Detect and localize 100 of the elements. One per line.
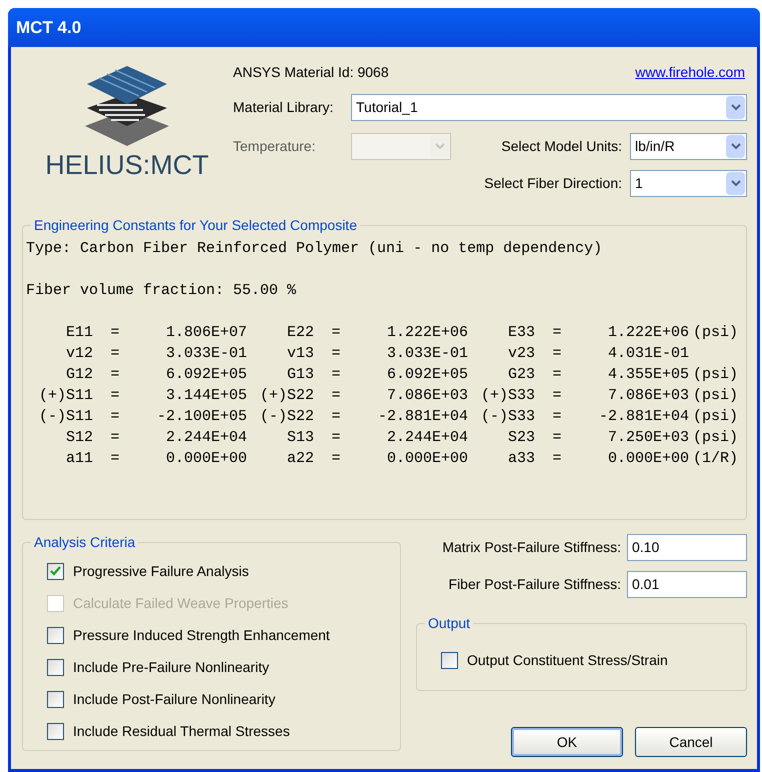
constant-name: (-)S22 (258, 407, 314, 427)
dialog-button[interactable]: Cancel (635, 727, 747, 757)
constant-name: S12 (64, 428, 93, 448)
constant-value: 1.222E+06 (386, 323, 468, 343)
dropdown-value: lb/in/R (634, 136, 676, 156)
stiffness-field[interactable]: 0.10 (627, 534, 747, 561)
constant-value: 0.000E+00 (164, 449, 247, 469)
constant-value: 1.222E+06 (606, 323, 689, 343)
constant-name: S23 (506, 428, 535, 448)
constant-value: -2.881E+04 (376, 407, 468, 427)
dropdown[interactable]: 1 (630, 170, 747, 197)
window-title: MCT 4.0 (16, 16, 82, 39)
checkbox[interactable] (47, 722, 64, 740)
equals-sign: = (551, 365, 562, 385)
constant-value: 1.806E+07 (164, 323, 247, 343)
checkbox-label: Include Post-Failure Nonlinearity (73, 690, 276, 709)
checkbox-label: Output Constituent Stress/Strain (467, 650, 668, 670)
model-units-label: Select Model Units: (501, 136, 622, 156)
dropdown[interactable]: Tutorial_1 (351, 94, 747, 120)
material-library-label: Material Library: (233, 98, 334, 117)
constant-value: -2.100E+05 (156, 407, 247, 427)
constant-value: 6.092E+05 (164, 365, 247, 385)
logo-text: HELIUS:MCT (45, 149, 209, 182)
constant-name: (-)S11 (38, 407, 93, 427)
constant-value: 4.031E-01 (606, 344, 689, 364)
checkbox-label: Include Pre-Failure Nonlinearity (73, 658, 270, 677)
unit-label: (1/R) (693, 449, 738, 469)
equals-sign: = (330, 365, 342, 385)
unit-label: (psi) (693, 386, 738, 406)
stiffness-label: Fiber Post-Failure Stiffness: (448, 575, 621, 594)
constant-name: S13 (286, 428, 314, 448)
unit-label: (psi) (693, 323, 738, 343)
constant-name: G13 (286, 365, 314, 385)
constant-name: a11 (64, 449, 93, 469)
equals-sign: = (551, 386, 562, 406)
checkbox-label: Calculate Failed Weave Properties (73, 594, 288, 613)
constant-value: 4.355E+05 (606, 365, 689, 385)
material-id: ANSYS Material Id: 9068 (233, 62, 389, 82)
constant-value: 3.144E+05 (164, 386, 247, 406)
constant-name: (+)S22 (258, 386, 314, 406)
fiber-fraction: Fiber volume fraction: 55.00 % (26, 281, 298, 301)
equals-sign: = (109, 407, 120, 427)
dropdown[interactable]: lb/in/R (630, 132, 747, 160)
composite-type: Type: Carbon Fiber Reinforced Polymer (uni - no temp dependency) (26, 239, 604, 259)
constant-value: 6.092E+05 (386, 365, 468, 385)
equals-sign: = (330, 386, 342, 406)
constant-name: v13 (286, 344, 314, 364)
equals-sign: = (109, 365, 120, 385)
constant-name: G12 (64, 365, 93, 385)
equals-sign: = (109, 428, 120, 448)
checkbox[interactable] (47, 562, 64, 580)
constant-value: 3.033E-01 (386, 344, 468, 364)
constant-value: 0.000E+00 (606, 449, 689, 469)
checkbox[interactable] (47, 690, 64, 708)
equals-sign: = (330, 449, 342, 469)
unit-label: (psi) (693, 365, 738, 385)
stiffness-field[interactable]: 0.01 (627, 571, 747, 598)
fiber-direction-label: Select Fiber Direction: (484, 174, 622, 193)
constant-name: (-)S33 (480, 407, 535, 427)
equals-sign: = (330, 428, 342, 448)
equals-sign: = (551, 344, 562, 364)
dropdown-value: 1 (634, 174, 644, 193)
constant-value: 2.244E+04 (386, 428, 468, 448)
constant-value: -2.881E+04 (598, 407, 689, 427)
dropdown-value: Tutorial_1 (355, 98, 419, 117)
checkbox-label: Pressure Induced Strength Enhancement (73, 626, 330, 645)
equals-sign: = (109, 386, 120, 406)
website-link[interactable]: www.firehole.com (635, 62, 745, 82)
equals-sign: = (551, 407, 562, 427)
stiffness-label: Matrix Post-Failure Stiffness: (442, 538, 621, 557)
constant-name: v23 (506, 344, 535, 364)
constant-name: G23 (506, 365, 535, 385)
constant-value: 7.086E+03 (386, 386, 468, 406)
checkbox[interactable] (47, 626, 64, 644)
equals-sign: = (330, 323, 342, 343)
checkbox[interactable] (441, 652, 458, 668)
temperature-label: Temperature: (233, 136, 316, 156)
unit-label: (psi) (693, 428, 738, 448)
constant-value: 0.000E+00 (386, 449, 468, 469)
checkbox[interactable] (47, 658, 64, 676)
equals-sign: = (330, 344, 342, 364)
constant-value: 2.244E+04 (164, 428, 247, 448)
checkbox-label: Progressive Failure Analysis (73, 562, 249, 581)
equals-sign: = (551, 428, 562, 448)
constant-name: a22 (286, 449, 314, 469)
constant-name: (+)S33 (480, 386, 535, 406)
constant-name: E11 (64, 323, 93, 343)
equals-sign: = (109, 344, 120, 364)
unit-label: (psi) (693, 407, 738, 427)
equals-sign: = (109, 323, 120, 343)
constant-value: 7.250E+03 (606, 428, 689, 448)
constant-value: 7.086E+03 (606, 386, 689, 406)
constant-name: v12 (64, 344, 93, 364)
constant-name: E22 (286, 323, 314, 343)
constant-name: a33 (506, 449, 535, 469)
constant-value: 3.033E-01 (164, 344, 247, 364)
dialog-button[interactable]: OK (511, 727, 623, 757)
equals-sign: = (551, 449, 562, 469)
constant-name: (+)S11 (38, 386, 93, 406)
equals-sign: = (330, 407, 342, 427)
